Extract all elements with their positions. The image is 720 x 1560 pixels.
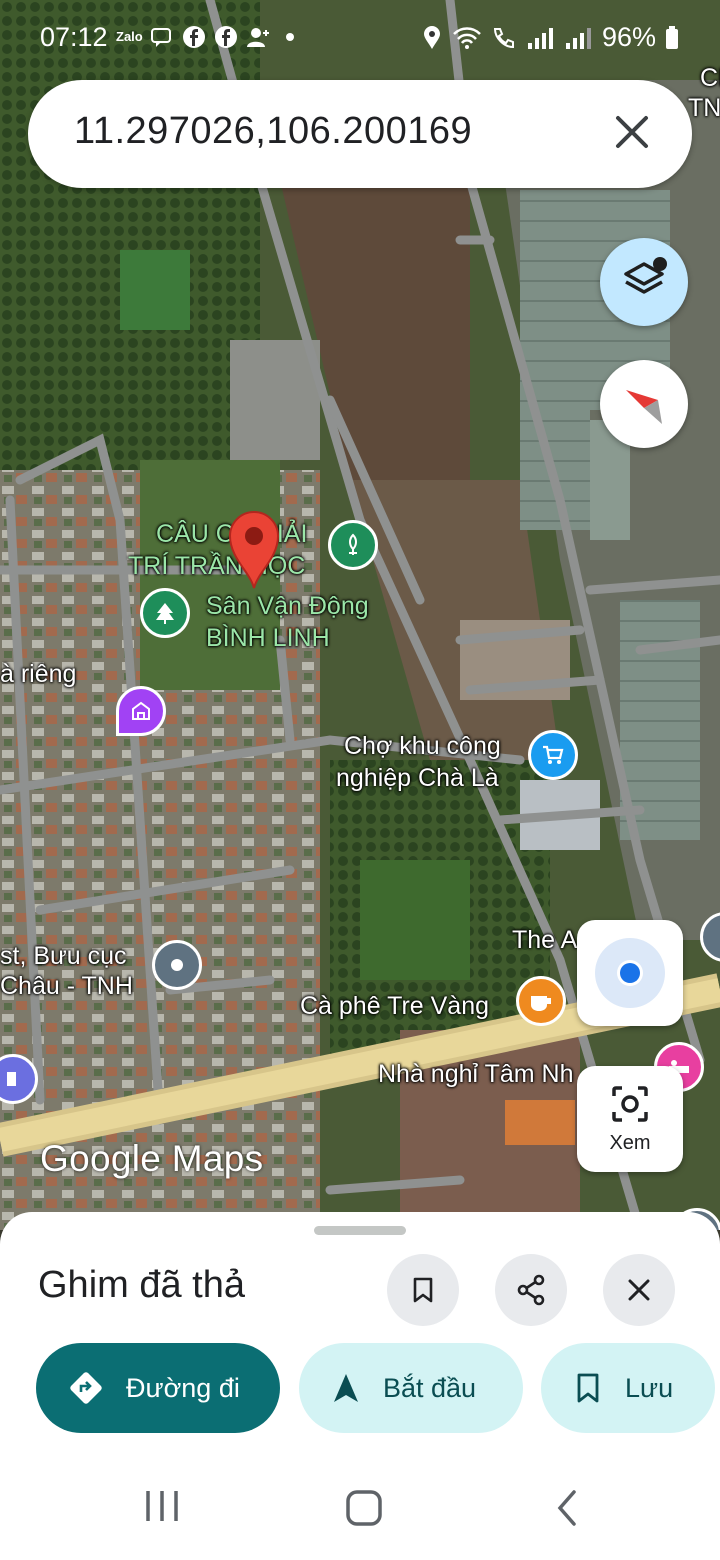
signal-icon-2: [565, 27, 591, 49]
search-query[interactable]: 11.297026,106.200169: [74, 110, 472, 153]
call-icon: [493, 27, 514, 48]
map-label-stadium-line2[interactable]: BÌNH LINH: [206, 622, 330, 654]
navigation-arrow-icon: [334, 1374, 358, 1402]
dropped-pin-icon[interactable]: [224, 506, 284, 592]
back-icon[interactable]: [552, 1488, 580, 1528]
drag-handle[interactable]: [314, 1226, 406, 1235]
bookmark-icon: [577, 1373, 599, 1403]
map-label-post-line2[interactable]: Châu - TNH: [0, 970, 133, 1002]
lens-view-button[interactable]: Xem: [577, 1066, 683, 1172]
compass-icon: [626, 390, 662, 424]
layers-icon: [624, 257, 667, 294]
directions-icon: [70, 1372, 102, 1404]
start-button[interactable]: Bắt đầu: [299, 1343, 523, 1433]
location-icon: [423, 25, 440, 49]
close-icon[interactable]: [610, 110, 654, 154]
wifi-icon: [453, 26, 481, 49]
recent-apps-icon[interactable]: [142, 1488, 182, 1524]
map-label-the-a[interactable]: The A: [512, 924, 577, 956]
cafe-poi-icon[interactable]: [516, 976, 566, 1026]
map-label-edge-tn: TN: [688, 94, 720, 122]
facebook-icon: [213, 24, 239, 50]
save-button[interactable]: Lưu: [541, 1343, 715, 1433]
map-label-market-line2[interactable]: nghiệp Chà Là: [336, 762, 499, 794]
status-bar: 07:12 Zalo 96%: [0, 0, 720, 80]
zalo-icon: Zalo: [116, 29, 143, 44]
map-label-post-line1[interactable]: st, Bưu cục: [0, 940, 127, 972]
search-bar[interactable]: 11.297026,106.200169: [28, 80, 692, 188]
park-poi-icon[interactable]: [140, 588, 190, 638]
temple-poi-icon[interactable]: [116, 686, 166, 736]
bookmark-icon: [413, 1277, 433, 1303]
directions-button[interactable]: Đường đi: [36, 1343, 280, 1433]
chat-icon: [149, 24, 175, 50]
share-icon: [517, 1274, 545, 1306]
shopping-cart-poi-icon[interactable]: [528, 730, 578, 780]
close-icon: [628, 1279, 650, 1301]
map-label-stadium-line1[interactable]: Sân Vận Động: [206, 590, 369, 622]
battery-icon: [666, 25, 678, 49]
save-label: Lưu: [625, 1372, 674, 1403]
my-location-button[interactable]: [577, 920, 683, 1026]
share-button[interactable]: [495, 1254, 567, 1326]
dot-icon: [277, 24, 303, 50]
google-maps-logo: Google Maps: [40, 1138, 264, 1179]
map-label-rieng[interactable]: à riêng: [0, 658, 76, 690]
facebook-icon: [181, 24, 207, 50]
directions-label: Đường đi: [126, 1372, 240, 1403]
system-icons: 96%: [420, 22, 680, 53]
layers-button[interactable]: [600, 238, 688, 326]
signal-icon: [527, 27, 553, 49]
map-label-market-line1[interactable]: Chợ khu công: [344, 730, 501, 762]
notification-icons: Zalo: [116, 24, 303, 50]
status-time: 07:12: [40, 22, 108, 52]
home-icon[interactable]: [344, 1488, 384, 1528]
map-label-hotel[interactable]: Nhà nghỉ Tâm Nh: [378, 1058, 573, 1090]
add-contact-icon: [245, 24, 271, 50]
place-title: Ghim đã thả: [38, 1264, 245, 1306]
lens-view-label: Xem: [609, 1132, 651, 1154]
camera-lens-icon: [612, 1086, 648, 1122]
map-label-cafe[interactable]: Cà phê Tre Vàng: [300, 990, 489, 1022]
bookmark-button[interactable]: [387, 1254, 459, 1326]
my-location-icon: [595, 938, 665, 1008]
compass-button[interactable]: [600, 360, 688, 448]
battery-percent: 96%: [601, 22, 656, 52]
close-sheet-button[interactable]: [603, 1254, 675, 1326]
fishing-poi-icon[interactable]: [328, 520, 378, 570]
system-nav-bar: [0, 1460, 720, 1560]
start-label: Bắt đầu: [383, 1372, 477, 1403]
post-office-poi-icon[interactable]: [152, 940, 202, 990]
